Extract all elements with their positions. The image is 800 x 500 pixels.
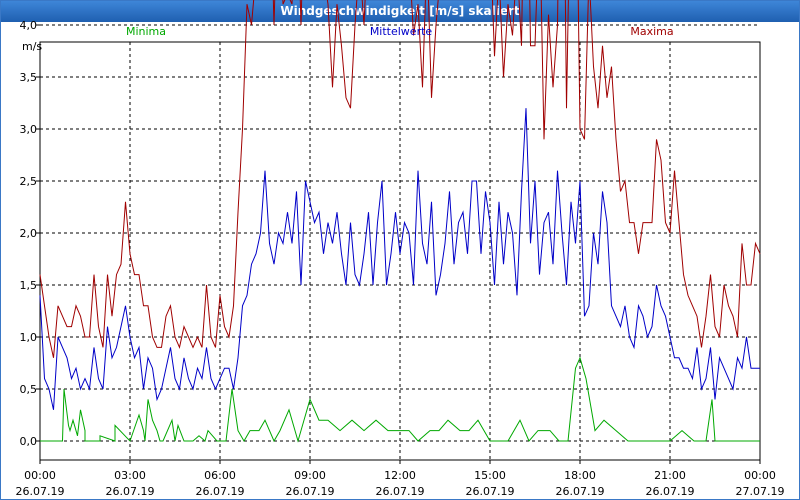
x-tick-date: 27.07.19 [736,485,785,498]
y-axis-ticks: 0,00,51,01,52,02,53,03,54,04,55,05,56,06… [20,19,40,448]
x-tick-time: 18:00 [564,469,596,482]
x-tick-date: 26.07.19 [106,485,155,498]
x-tick-time: 00:00 [24,469,56,482]
y-tick-label: 3,5 [20,71,38,84]
x-tick-date: 26.07.19 [646,485,695,498]
y-tick-label: 0,0 [20,435,38,448]
y-tick-label: 2,5 [20,175,38,188]
y-tick-label: 1,5 [20,279,38,292]
y-tick-label: 4,0 [20,19,38,32]
x-tick-date: 26.07.19 [466,485,515,498]
x-tick-time: 15:00 [474,469,506,482]
x-tick-time: 00:00 [744,469,776,482]
x-tick-time: 09:00 [294,469,326,482]
y-tick-label: 1,0 [20,331,38,344]
x-tick-date: 26.07.19 [196,485,245,498]
series-maxima-line [39,0,761,358]
x-tick-time: 12:00 [384,469,416,482]
legend-minima: Minima [126,25,166,38]
grid-lines [40,24,760,460]
y-tick-label: 2,0 [20,227,38,240]
y-tick-label: 0,5 [20,383,38,396]
y-axis-unit-label: m/s [22,40,42,53]
wind-speed-chart: 0,00,51,01,52,02,53,03,54,04,55,05,56,06… [16,0,785,498]
legend-maxima: Maxima [630,25,673,38]
y-tick-label: 3,0 [20,123,38,136]
x-tick-time: 06:00 [204,469,236,482]
x-tick-date: 26.07.19 [16,485,65,498]
x-tick-time: 03:00 [114,469,146,482]
x-axis-ticks: 00:00 26.07.19 03:00 26.07.19 06:00 26.07.19 0… [16,460,785,498]
legend-mittelwerte: Mittelwerte [370,25,433,38]
x-tick-date: 26.07.19 [376,485,425,498]
x-tick-date: 26.07.19 [286,485,335,498]
x-tick-time: 21:00 [654,469,686,482]
x-tick-date: 26.07.19 [556,485,605,498]
